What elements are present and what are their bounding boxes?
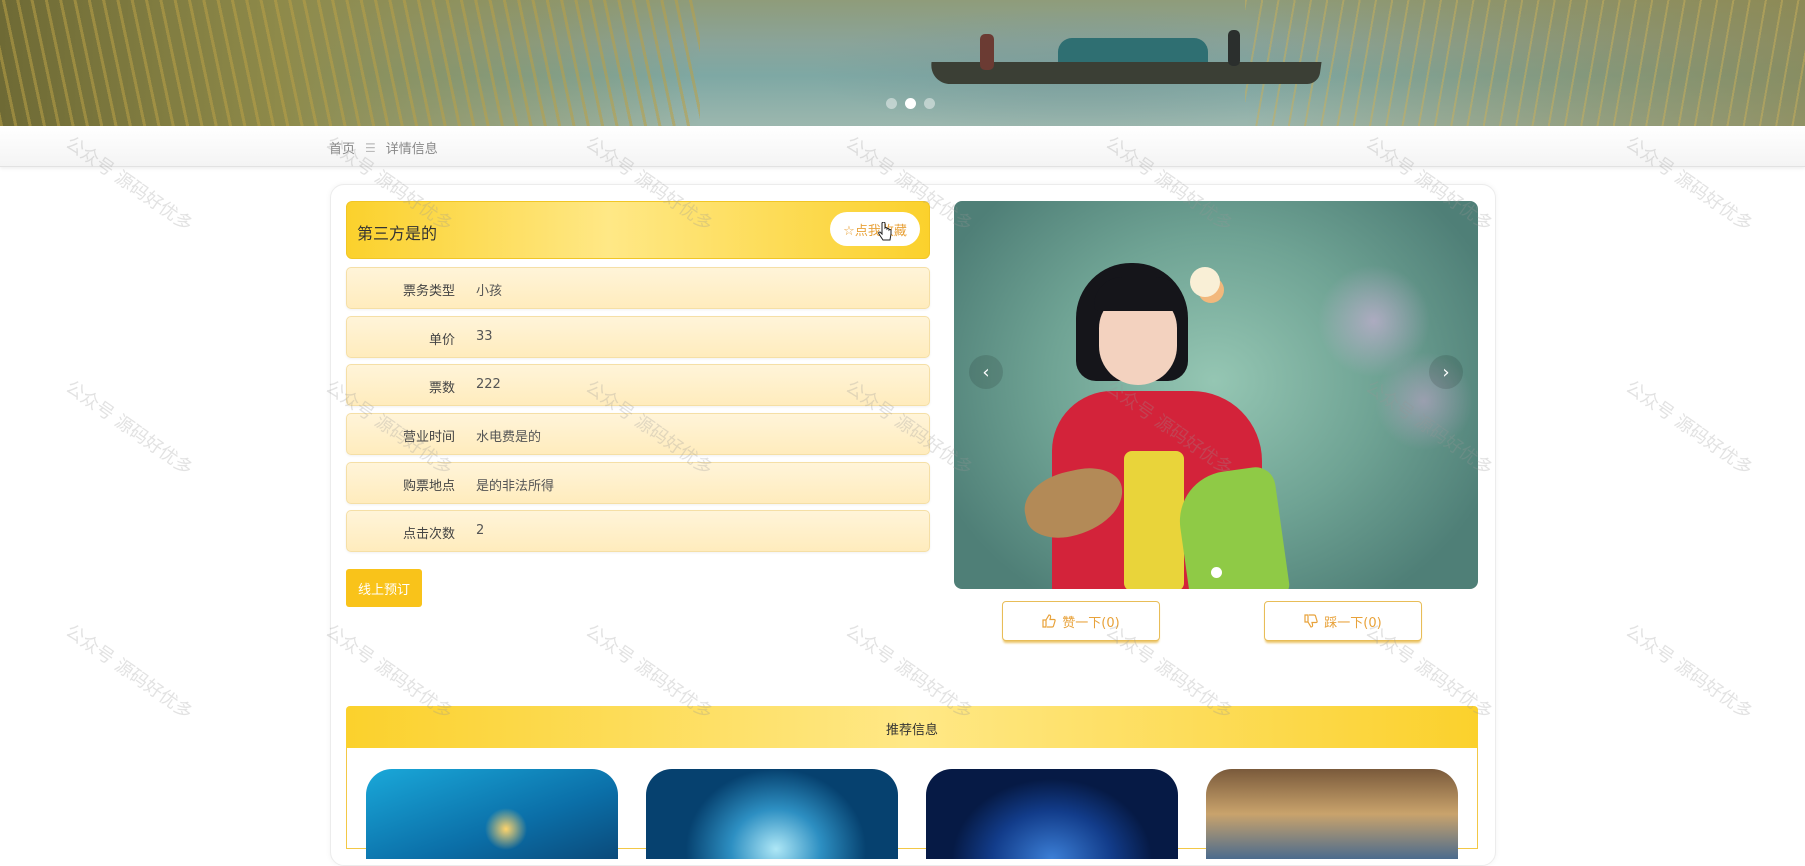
detail-image-carousel: ‹ › bbox=[954, 201, 1478, 589]
banner-pagination bbox=[886, 98, 935, 109]
top-banner bbox=[0, 0, 1805, 126]
dislike-button[interactable]: 踩一下(0) bbox=[1264, 601, 1422, 641]
like-button-label: 赞一下(0) bbox=[1062, 615, 1120, 631]
recommend-title: 推荐信息 bbox=[885, 723, 938, 738]
field-value: 2 bbox=[476, 523, 485, 538]
online-booking-button[interactable]: 线上预订 bbox=[346, 569, 422, 607]
hand-cursor-icon bbox=[878, 222, 892, 241]
banner-grass bbox=[0, 0, 700, 126]
carousel-dot[interactable] bbox=[1211, 567, 1222, 578]
field-value: 222 bbox=[476, 377, 501, 392]
banner-boatman bbox=[980, 34, 994, 70]
watermark-text: 公众号 源码好优多 bbox=[1621, 620, 1757, 724]
favorite-button[interactable]: ☆点我收藏 bbox=[830, 212, 920, 246]
photo-girl-flower bbox=[1190, 267, 1220, 297]
recommend-header: 推荐信息 bbox=[346, 706, 1478, 748]
field-value: 小孩 bbox=[476, 284, 503, 299]
info-row-unit-price: 单价 33 bbox=[346, 316, 930, 358]
banner-dot-1[interactable] bbox=[886, 98, 897, 109]
watermark-text: 公众号 源码好优多 bbox=[61, 376, 197, 480]
breadcrumb-bar: 首页 ☰ 详情信息 bbox=[0, 126, 1805, 167]
breadcrumb-current: 详情信息 bbox=[385, 142, 438, 157]
thumbs-down-icon bbox=[1304, 614, 1319, 628]
breadcrumb-home[interactable]: 首页 bbox=[329, 138, 355, 157]
recommend-item-image[interactable] bbox=[366, 769, 618, 859]
recommend-item-image[interactable] bbox=[926, 769, 1178, 859]
banner-dot-3[interactable] bbox=[924, 98, 935, 109]
field-label: 票数 bbox=[428, 381, 455, 396]
carousel-next-button[interactable]: › bbox=[1429, 355, 1463, 389]
field-value: 水电费是的 bbox=[476, 430, 542, 445]
info-row-ticket-type: 票务类型 小孩 bbox=[346, 267, 930, 309]
detail-title-bar: 第三方是的 ☆点我收藏 bbox=[346, 201, 930, 259]
watermark-text: 公众号 源码好优多 bbox=[1621, 376, 1757, 480]
banner-grass-right bbox=[1245, 0, 1805, 126]
info-row-business-hours: 营业时间 水电费是的 bbox=[346, 413, 930, 455]
field-value: 是的非法所得 bbox=[476, 479, 555, 494]
banner-passenger bbox=[1228, 30, 1240, 66]
info-row-ticket-count: 票数 222 bbox=[346, 364, 930, 406]
like-button[interactable]: 赞一下(0) bbox=[1002, 601, 1160, 641]
page-title: 第三方是的 bbox=[357, 224, 438, 243]
field-label: 营业时间 bbox=[402, 430, 455, 445]
field-label: 购票地点 bbox=[402, 479, 455, 494]
banner-dot-2[interactable] bbox=[905, 98, 916, 109]
photo-girl-sash bbox=[1124, 451, 1184, 589]
recommend-item-image[interactable] bbox=[646, 769, 898, 859]
watermark-text: 公众号 源码好优多 bbox=[61, 620, 197, 724]
favorite-button-label: ☆点我收藏 bbox=[843, 223, 907, 239]
field-label: 点击次数 bbox=[402, 527, 455, 542]
breadcrumb-separator-icon: ☰ bbox=[365, 140, 376, 155]
breadcrumb: 首页 ☰ 详情信息 bbox=[329, 138, 438, 158]
thumbs-up-icon bbox=[1042, 614, 1057, 628]
recommend-item-image[interactable] bbox=[1206, 769, 1458, 859]
field-label: 票务类型 bbox=[402, 284, 455, 299]
info-row-click-count: 点击次数 2 bbox=[346, 510, 930, 552]
dislike-button-label: 踩一下(0) bbox=[1324, 615, 1382, 631]
field-label: 单价 bbox=[428, 333, 455, 348]
field-value: 33 bbox=[476, 329, 493, 344]
photo-girl-bangs bbox=[1094, 277, 1184, 311]
carousel-prev-button[interactable]: ‹ bbox=[969, 355, 1003, 389]
info-row-purchase-location: 购票地点 是的非法所得 bbox=[346, 462, 930, 504]
